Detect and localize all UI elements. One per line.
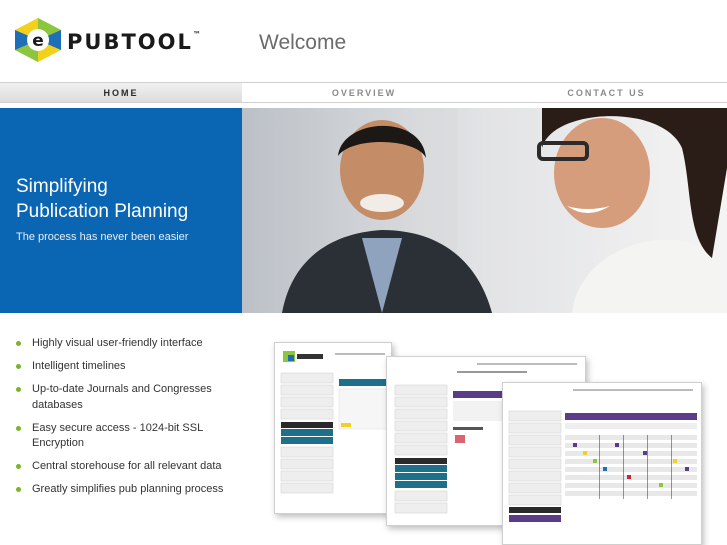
bullet-dot-icon bbox=[16, 341, 21, 346]
bullet-dot-icon bbox=[16, 487, 21, 492]
list-item: Greatly simplifies pub planning process bbox=[16, 482, 246, 498]
nav-item-contact-us[interactable]: CONTACT US bbox=[486, 83, 727, 102]
feature-text: Intelligent timelines bbox=[32, 360, 126, 372]
feature-text: Easy secure access - 1024-bit SSL Encryp… bbox=[32, 421, 203, 450]
list-item: Intelligent timelines bbox=[16, 359, 246, 375]
hero-title-line-2: Publication Planning bbox=[16, 201, 189, 222]
hero-photo-illustration bbox=[242, 108, 727, 313]
feature-text: Central storehouse for all relevant data bbox=[32, 460, 222, 472]
feature-text: Greatly simplifies pub planning process bbox=[32, 483, 224, 495]
bullet-dot-icon bbox=[16, 364, 21, 369]
bullet-dot-icon bbox=[16, 425, 21, 431]
feature-text: Up-to-date Journals and Congresses datab… bbox=[32, 383, 212, 411]
feature-text: Highly visual user-friendly interface bbox=[32, 337, 203, 349]
nav-item-home[interactable]: HOME bbox=[0, 83, 242, 102]
hero-subtitle: The process has never been easier bbox=[16, 231, 189, 243]
list-item: Highly visual user-friendly interface bbox=[16, 336, 246, 352]
list-item: Up-to-date Journals and Congresses datab… bbox=[16, 382, 246, 413]
hero-text-panel: Simplifying Publication Planning The pro… bbox=[0, 108, 242, 313]
product-screenshots bbox=[270, 338, 727, 545]
product-screenshot-3 bbox=[502, 382, 702, 545]
bullet-dot-icon bbox=[16, 464, 21, 469]
nav-item-overview[interactable]: OVERVIEW bbox=[242, 83, 486, 102]
hero-title: Simplifying Publication Planning bbox=[16, 174, 188, 224]
hero-title-line-1: Simplifying bbox=[16, 176, 108, 197]
features-list: Highly visual user-friendly interface In… bbox=[16, 336, 246, 505]
epubtool-logo[interactable]: e PUBTOOL™ bbox=[15, 18, 201, 64]
hero-photo bbox=[242, 108, 727, 313]
epubtool-logo-mark-icon: e bbox=[15, 18, 61, 62]
site-header: e PUBTOOL™ Welcome bbox=[0, 0, 727, 82]
logo-trademark: ™ bbox=[192, 30, 201, 39]
list-item: Easy secure access - 1024-bit SSL Encryp… bbox=[16, 421, 246, 452]
product-screenshot-1 bbox=[274, 342, 392, 514]
page-title: Welcome bbox=[259, 31, 347, 54]
main-nav: HOME OVERVIEW CONTACT US bbox=[0, 82, 727, 103]
logo-wordmark: PUBTOOL bbox=[67, 30, 193, 54]
hero-banner: Simplifying Publication Planning The pro… bbox=[0, 108, 727, 313]
svg-text:e: e bbox=[32, 31, 44, 51]
list-item: Central storehouse for all relevant data bbox=[16, 459, 246, 475]
bullet-dot-icon bbox=[16, 387, 21, 392]
